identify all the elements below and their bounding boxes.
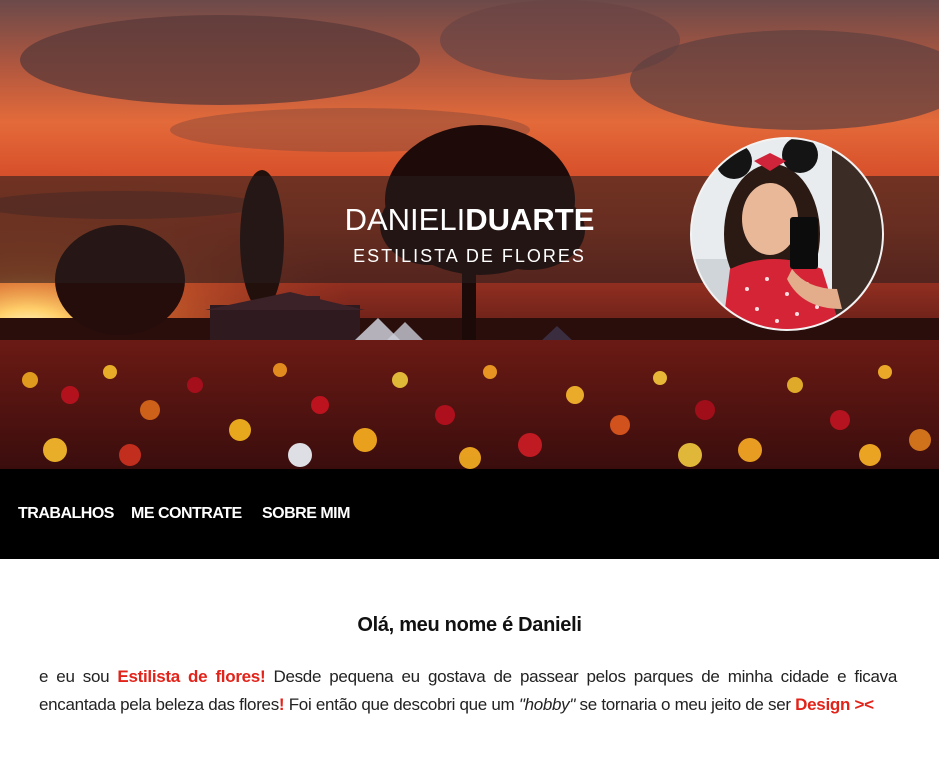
nav-item-sobre-mim[interactable]: SOBRE MIM [262, 505, 350, 523]
intro-text-4: se tornaria o meu jeito de ser [575, 695, 796, 714]
profile-photo-image [692, 139, 882, 329]
nav-item-me-contrate[interactable]: ME CONTRATE [131, 505, 242, 523]
intro-highlight-design: Design >< [795, 695, 874, 714]
intro-hobby: "hobby" [518, 695, 576, 714]
intro-text-3: Foi então que descobri que um [284, 695, 519, 714]
nav-item-trabalhos[interactable]: TRABALHOS [18, 505, 114, 523]
brand-first-name: DANIELI [344, 202, 466, 237]
profile-avatar [690, 137, 884, 331]
intro-paragraph: e eu sou Estilista de flores! Desde pequ… [39, 663, 897, 719]
intro-highlight-role: Estilista de flores [117, 667, 260, 686]
hero-banner: DANIELIDUARTE ESTILISTA DE FLORES [0, 0, 939, 469]
page-heading: Olá, meu nome é Danieli [357, 614, 582, 636]
intro-text-1: e eu sou [39, 667, 118, 686]
brand-last-name: DUARTE [465, 202, 595, 237]
main-navbar: TRABALHOS ME CONTRATE SOBRE MIM [0, 469, 939, 559]
